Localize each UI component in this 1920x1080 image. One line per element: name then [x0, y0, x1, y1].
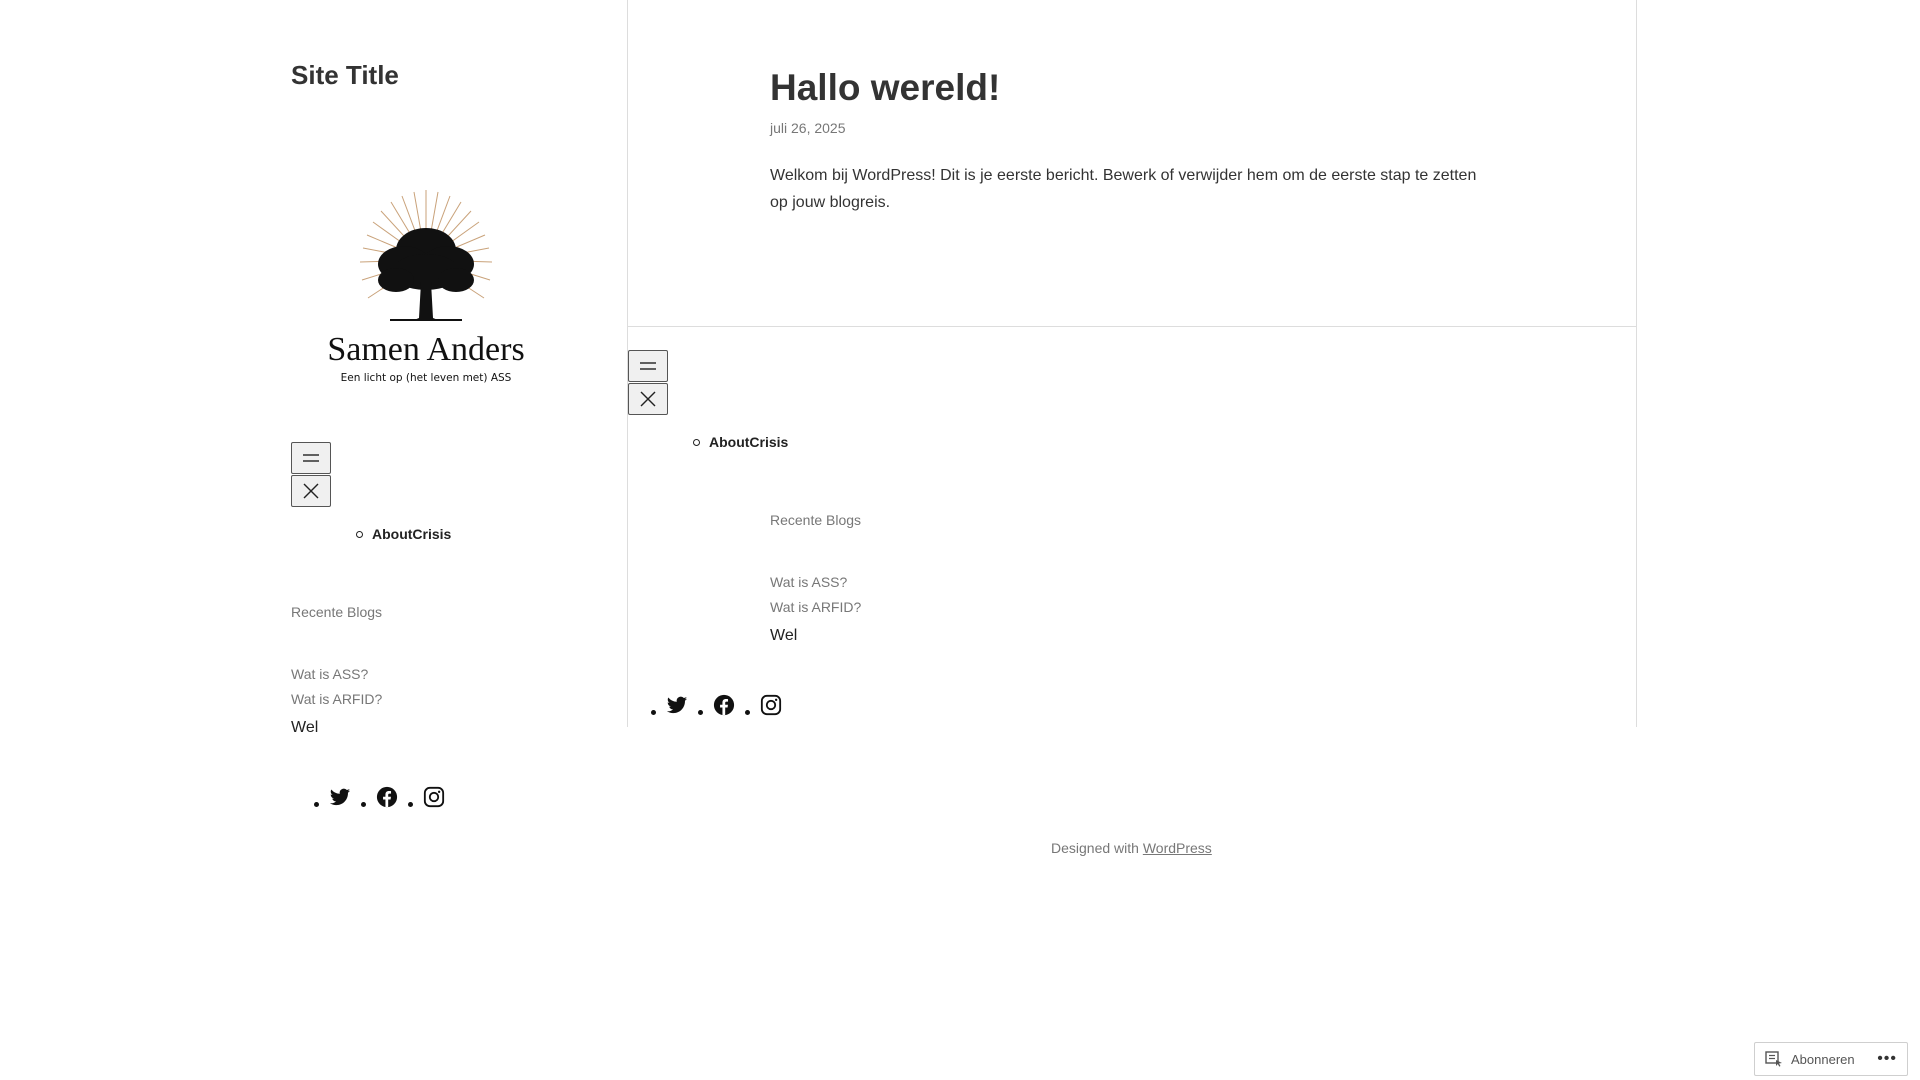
facebook-icon[interactable]: [713, 694, 735, 716]
more-options-icon[interactable]: •••: [1877, 1050, 1897, 1068]
subscribe-button[interactable]: Abonneren: [1791, 1052, 1855, 1067]
facebook-icon[interactable]: [376, 786, 398, 808]
footer-credit: Designed with WordPress: [1051, 840, 1212, 856]
menu-close-button[interactable]: [291, 475, 331, 507]
menu-open-button[interactable]: [291, 442, 331, 474]
recent-blogs-title: Recente Blogs: [770, 512, 862, 528]
social-links: [651, 694, 792, 716]
footer-prefix: Designed with: [1051, 840, 1139, 856]
wordpress-link[interactable]: WordPress: [1143, 840, 1212, 856]
instagram-icon[interactable]: [760, 694, 782, 716]
widget-text: Wel: [291, 719, 319, 736]
social-links: [314, 786, 455, 808]
reader-icon: [1765, 1051, 1782, 1067]
tree-sun-logo-icon: Samen Anders Een licht op (het leven met…: [327, 190, 525, 384]
sidebar-nav: AboutCrisis: [355, 526, 451, 542]
nav-item-aboutcrisis[interactable]: AboutCrisis: [355, 526, 451, 542]
recent-post-link[interactable]: Wat is ARFID?: [291, 691, 382, 707]
twitter-icon[interactable]: [329, 786, 351, 808]
hamburger-icon: [640, 362, 656, 370]
nav-item-aboutcrisis[interactable]: AboutCrisis: [692, 434, 788, 450]
widget-text: Wel: [770, 627, 798, 644]
list-bullet: [314, 801, 319, 807]
list-bullet: [361, 801, 366, 807]
footer-nav: AboutCrisis: [692, 434, 788, 450]
recent-blogs-title: Recente Blogs: [291, 604, 383, 620]
recent-post-link[interactable]: Wat is ARFID?: [770, 599, 861, 615]
list-bullet: [745, 709, 750, 715]
list-bullet: [698, 709, 703, 715]
post-divider: [627, 326, 1637, 327]
subscribe-bar[interactable]: Abonneren •••: [1754, 1042, 1908, 1076]
site-title[interactable]: Site Title: [291, 60, 399, 91]
post-date[interactable]: juli 26, 2025: [770, 120, 846, 136]
logo-tagline: Een licht op (het leven met) ASS: [341, 372, 512, 384]
instagram-icon[interactable]: [423, 786, 445, 808]
post-body: Welkom bij WordPress! Dit is je eerste b…: [770, 167, 1477, 211]
recent-post-link[interactable]: Wat is ASS?: [770, 574, 847, 590]
list-bullet: [651, 709, 656, 715]
close-icon: [640, 391, 656, 407]
logo-name: Samen Anders: [327, 331, 524, 368]
hamburger-icon: [303, 454, 319, 462]
twitter-icon[interactable]: [666, 694, 688, 716]
close-icon: [303, 483, 319, 499]
list-bullet: [408, 801, 413, 807]
menu-open-button[interactable]: [628, 350, 668, 382]
recent-post-link[interactable]: Wat is ASS?: [291, 666, 368, 682]
post-title[interactable]: Hallo wereld!: [770, 66, 1000, 110]
menu-close-button[interactable]: [628, 383, 668, 415]
site-logo[interactable]: Samen Anders Een licht op (het leven met…: [318, 190, 534, 388]
